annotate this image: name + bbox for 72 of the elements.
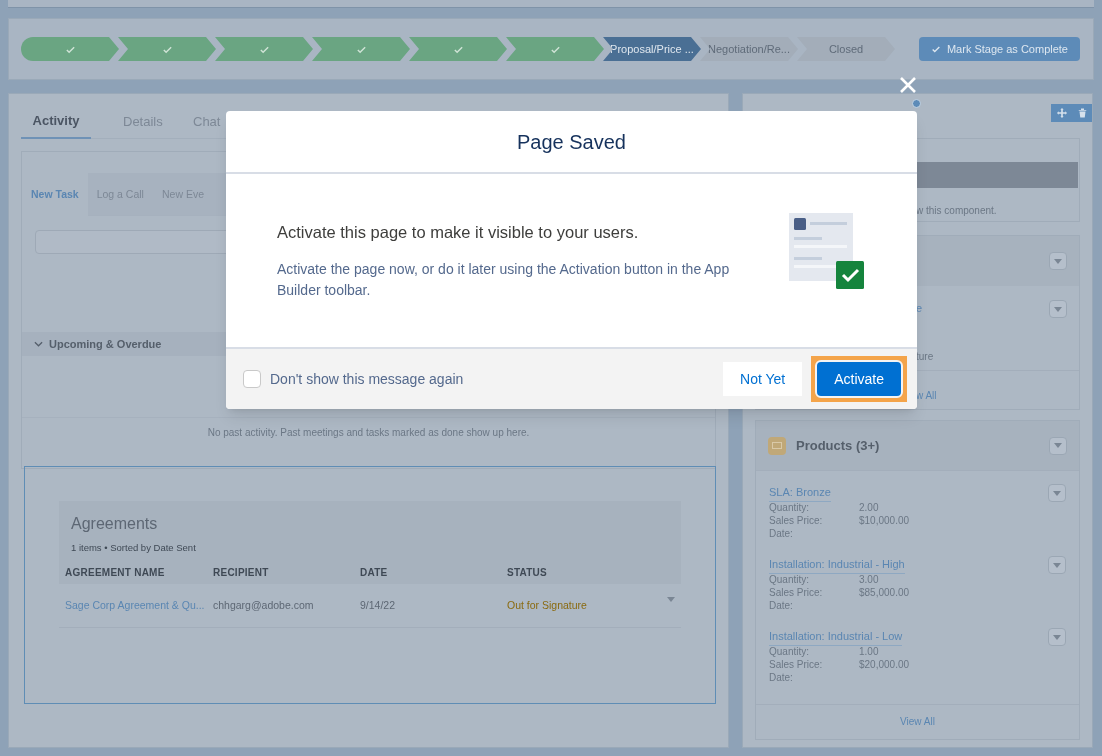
modal-headline: Activate this page to make it visible to your users. <box>277 222 640 244</box>
item-link[interactable]: e <box>916 300 923 318</box>
dropdown-button[interactable] <box>1048 484 1066 502</box>
path-step[interactable] <box>21 37 119 61</box>
trash-icon[interactable] <box>1077 108 1087 118</box>
close-icon[interactable] <box>898 75 918 95</box>
product-link[interactable]: Installation: Industrial - Low <box>769 628 903 646</box>
activate-button[interactable]: Activate <box>815 360 903 398</box>
view-all-link[interactable]: View All <box>900 714 935 729</box>
table-cell-text: chhgarg@adobe.com <box>213 597 315 613</box>
agreement-link[interactable]: Sage Corp Agreement & Qu... <box>65 597 213 614</box>
path-step[interactable] <box>409 37 507 61</box>
field-label: Date: <box>769 671 794 685</box>
product-link[interactable]: Installation: Industrial - High <box>769 556 905 574</box>
field-value: ture <box>916 351 934 362</box>
path-step[interactable] <box>312 37 410 61</box>
check-icon <box>930 44 941 54</box>
card-subtitle: 1 items • Sorted by Date Sent <box>71 541 197 555</box>
dropdown-button[interactable] <box>1048 628 1066 646</box>
field-label: Quantity: <box>769 573 811 587</box>
table-cell-text: 9/14/22 <box>360 597 397 613</box>
dropdown-button[interactable] <box>1049 436 1067 455</box>
modal-title: Page Saved <box>517 129 626 155</box>
caret-icon <box>1054 443 1062 448</box>
column-header: DATE <box>360 565 389 580</box>
cancel-button[interactable]: Not Yet <box>723 362 803 396</box>
dropdown-button[interactable] <box>1049 252 1067 270</box>
path-step[interactable] <box>506 37 604 61</box>
card-title: Products (3+) <box>796 436 880 455</box>
move-icon[interactable] <box>1056 108 1067 118</box>
table-cell-text: Out for Signature <box>507 597 588 613</box>
column-header: STATUS <box>507 565 548 580</box>
field-value: 3.00 <box>859 573 879 587</box>
caret-icon <box>1054 306 1062 312</box>
field-value: 2.00 <box>859 501 879 515</box>
products-icon <box>768 436 786 455</box>
mark-complete-button[interactable]: Mark Stage as Complete <box>918 37 1080 61</box>
field-value: 1.00 <box>859 645 879 659</box>
path-step[interactable]: Proposal/Price ... <box>603 37 701 61</box>
path-step[interactable]: Closed <box>797 37 895 61</box>
field-label: Quantity: <box>769 501 811 515</box>
field-value: $10,000.00 <box>859 514 910 528</box>
tab[interactable]: Activity <box>21 105 91 139</box>
caret-icon <box>1053 562 1061 568</box>
checkbox-label: Don't show this message again <box>270 369 464 389</box>
card-title: Agreements <box>71 514 159 534</box>
path-step[interactable]: Negotiation/Re... <box>700 37 798 61</box>
field-value: $20,000.00 <box>859 658 910 672</box>
field-label: Date: <box>769 527 794 541</box>
caret-icon[interactable] <box>667 597 675 603</box>
path-step[interactable] <box>118 37 216 61</box>
column-header: AGREEMENT NAME <box>65 565 166 580</box>
empty-message: No past activity. Past meetings and tasks marked as done show up here. <box>207 426 530 440</box>
caret-icon <box>1054 258 1062 264</box>
dropdown-button[interactable] <box>1049 300 1067 318</box>
caret-icon <box>1053 634 1061 640</box>
field-label: Sales Price: <box>769 514 824 528</box>
field-label: Sales Price: <box>769 586 824 600</box>
modal-body: Activate the page now, or do it later using the Activation button in the App Builder toolbar. <box>277 259 731 300</box>
section-title: Upcoming & Overdue <box>49 336 162 352</box>
field-label: Date: <box>769 599 794 613</box>
dropdown-button[interactable] <box>1048 556 1066 574</box>
path-step[interactable] <box>215 37 313 61</box>
resize-handle[interactable] <box>912 99 921 108</box>
tab[interactable]: New Task <box>22 173 88 216</box>
product-link[interactable]: SLA: Bronze <box>769 484 831 502</box>
column-header: RECIPIENT <box>213 565 270 580</box>
field-label: Quantity: <box>769 645 811 659</box>
field-value: $85,000.00 <box>859 586 910 600</box>
checkbox[interactable] <box>243 370 261 388</box>
caret-icon <box>1053 490 1061 496</box>
field-label: Sales Price: <box>769 658 824 672</box>
